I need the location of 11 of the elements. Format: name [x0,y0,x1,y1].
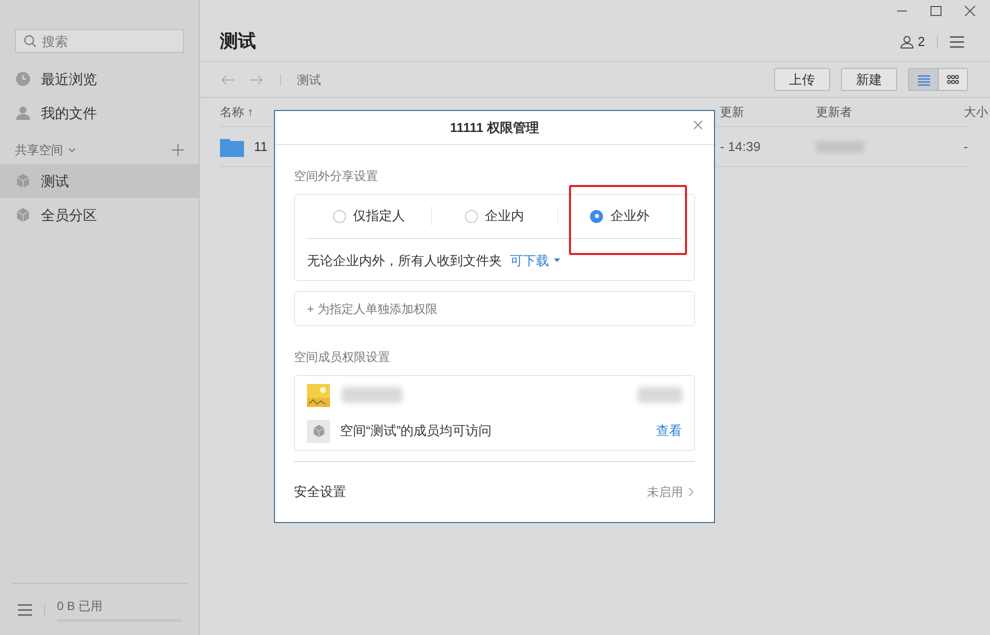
storage-usage: 0 B 已用 [57,598,104,615]
section-label: 空间外分享设置 [294,168,379,184]
dialog-title: 11111 权限管理 [450,118,539,136]
section-label: 空间成员权限设置 [294,349,391,366]
security-label: 安全设置 [294,483,346,502]
updated-time: - 14:39 [720,138,762,156]
share-description: 无论企业内外，所有人收到文件夹 [307,252,502,270]
member-note: 空间“测试”的成员均可访问 [340,422,492,440]
page-title: 测试 [220,30,256,53]
file-name: 11 [254,138,268,156]
file-size: - [964,138,969,156]
